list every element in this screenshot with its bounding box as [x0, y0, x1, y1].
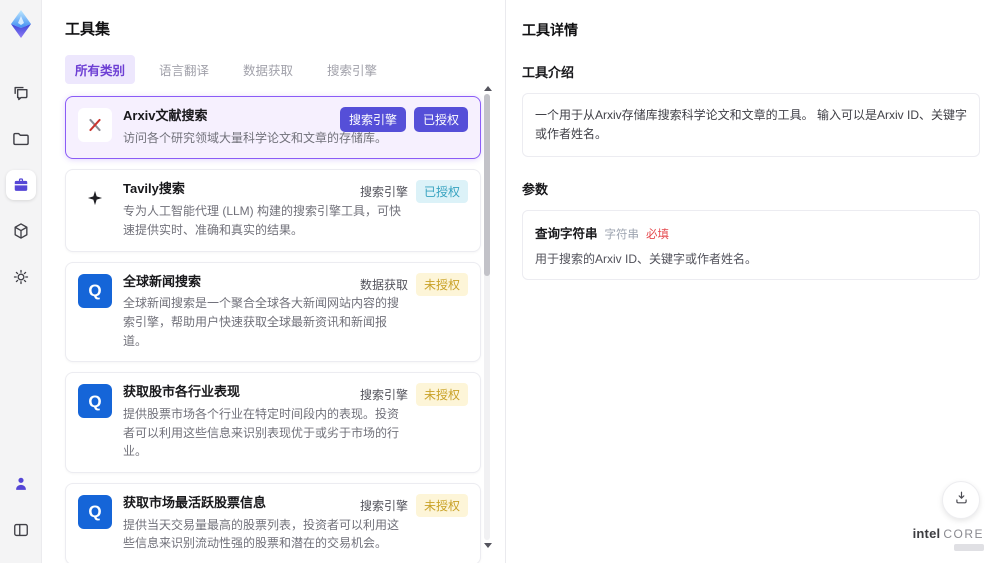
- category-label: 数据获取: [359, 277, 408, 292]
- tab-data-fetching[interactable]: 数据获取: [233, 55, 303, 84]
- sidebar-item-settings[interactable]: [6, 262, 36, 292]
- param-name: 查询字符串: [535, 227, 598, 242]
- user-icon: [11, 474, 31, 494]
- folder-icon: [11, 129, 31, 149]
- category-label: 搜索引擎: [359, 498, 408, 513]
- arxiv-logo-icon: [78, 108, 112, 142]
- sidebar-toggle-icon: [11, 520, 31, 540]
- tab-language-translation[interactable]: 语言翻译: [149, 55, 219, 84]
- qnews-logo-icon: Q: [78, 273, 112, 308]
- category-badge: 搜索引擎: [339, 107, 406, 132]
- tool-card-tavily[interactable]: Tavily搜索 专为人工智能代理 (LLM) 构建的搜索引擎工具，可快速提供实…: [65, 169, 481, 252]
- tab-search-engine[interactable]: 搜索引擎: [317, 55, 387, 84]
- sidebar-item-packages[interactable]: [6, 216, 36, 246]
- brand-accent-bar: [954, 544, 984, 551]
- auth-status-badge: 未授权: [415, 383, 468, 407]
- tool-card-active-stocks[interactable]: Q 获取市场最活跃股票信息 提供当天交易量最高的股票列表，投资者可以利用这些信息…: [65, 482, 481, 563]
- param-description: 用于搜索的Arxiv ID、关键字或作者姓名。: [535, 252, 758, 267]
- tavily-logo-icon: [78, 181, 112, 216]
- intro-heading: 工具介绍: [522, 65, 575, 80]
- auth-status-badge: 已授权: [413, 107, 468, 132]
- tool-card-list: Arxiv文献搜索 访问各个研究领域大量科学论文和文章的存储库。 搜索引擎 已授…: [65, 96, 481, 563]
- tab-all-categories[interactable]: 所有类别: [65, 55, 136, 84]
- tool-card-arxiv[interactable]: Arxiv文献搜索 访问各个研究领域大量科学论文和文章的存储库。 搜索引擎 已授…: [65, 96, 481, 160]
- tool-intro-text: 一个用于从Arxiv存储库搜索科学论文和文章的工具。 输入可以是Arxiv ID…: [522, 93, 980, 158]
- package-icon: [11, 221, 31, 241]
- category-label: 搜索引擎: [359, 185, 408, 200]
- nav-rail: [0, 0, 42, 563]
- qnews-logo-icon: Q: [78, 494, 112, 529]
- scroll-up-arrow-icon[interactable]: [484, 86, 492, 91]
- tool-card-global-news[interactable]: Q 全球新闻搜索 全球新闻搜索是一个聚合全球各大新闻网站内容的搜索引擎，帮助用户…: [65, 261, 481, 363]
- scroll-down-arrow-icon[interactable]: [484, 543, 492, 548]
- app-logo: [5, 8, 37, 40]
- sidebar-item-profile[interactable]: [6, 469, 36, 499]
- sidebar-item-tools[interactable]: [5, 170, 36, 200]
- auth-status-badge: 未授权: [415, 493, 468, 517]
- settings-icon: [11, 267, 31, 287]
- tool-description: 提供当天交易量最高的股票列表，投资者可以利用这些信息来识别流动性强的股票和潜在的…: [123, 517, 400, 551]
- tool-description: 专为人工智能代理 (LLM) 构建的搜索引擎工具，可快速提供实时、准确和真实的结…: [123, 204, 402, 237]
- toolbox-icon: [11, 175, 31, 195]
- brand-intel-text: intel: [912, 525, 941, 541]
- list-scrollbar[interactable]: [483, 86, 492, 548]
- auth-status-badge: 未授权: [415, 272, 468, 296]
- scrollbar-thumb[interactable]: [484, 94, 490, 276]
- params-heading: 参数: [522, 182, 549, 198]
- param-type: 字符串: [604, 229, 640, 242]
- tool-list-panel: 工具集 所有类别 语言翻译 数据获取 搜索引擎 Arxiv文献搜索 访问各个研究…: [42, 0, 505, 563]
- download-icon: [953, 489, 970, 511]
- qnews-logo-icon: Q: [78, 384, 112, 419]
- parameter-card: 查询字符串 字符串 必填 用于搜索的Arxiv ID、关键字或作者姓名。: [522, 210, 980, 281]
- category-tabs: 所有类别 语言翻译 数据获取 搜索引擎: [65, 55, 505, 84]
- tool-card-sector-performance[interactable]: Q 获取股市各行业表现 提供股票市场各个行业在特定时间段内的表现。投资者可以利用…: [65, 372, 481, 473]
- auth-status-badge: 已授权: [415, 180, 468, 204]
- detail-title: 工具详情: [522, 22, 578, 38]
- download-button[interactable]: [942, 481, 980, 519]
- category-label: 搜索引擎: [359, 388, 408, 403]
- intel-core-logo: intel CORE: [912, 525, 984, 551]
- param-required-flag: 必填: [646, 229, 670, 242]
- tool-description: 全球新闻搜索是一个聚合全球各大新闻网站内容的搜索引擎，帮助用户快速获取全球最新资…: [123, 296, 400, 348]
- scrollbar-track[interactable]: [484, 94, 490, 540]
- tool-detail-panel: 工具详情 工具介绍 一个用于从Arxiv存储库搜索科学论文和文章的工具。 输入可…: [505, 0, 1000, 563]
- tool-description: 提供股票市场各个行业在特定时间段内的表现。投资者可以利用这些信息来识别表现优于或…: [123, 407, 400, 459]
- sidebar-item-chat[interactable]: [6, 78, 36, 108]
- page-title: 工具集: [65, 21, 111, 38]
- brand-core-text: CORE: [943, 526, 984, 541]
- sidebar-item-collapse[interactable]: [6, 515, 36, 545]
- chat-icon: [11, 83, 31, 103]
- sidebar-item-files[interactable]: [6, 124, 36, 154]
